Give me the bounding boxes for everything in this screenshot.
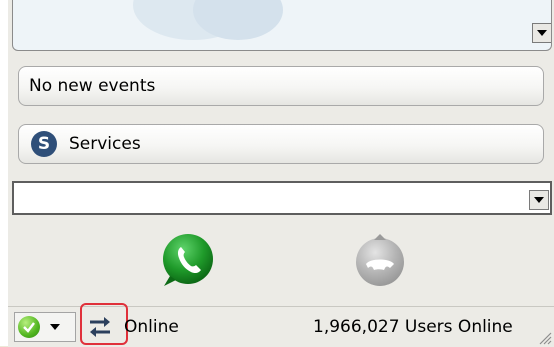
- chevron-down-icon: [537, 30, 547, 36]
- services-button[interactable]: S Services: [18, 124, 544, 164]
- status-label: Online: [124, 317, 179, 337]
- number-combobox[interactable]: [12, 181, 552, 215]
- top-panel: [12, 0, 552, 51]
- hangup-button[interactable]: [352, 232, 408, 288]
- checkmark-icon: [23, 322, 35, 333]
- call-green-icon: [163, 234, 213, 286]
- chevron-down-icon: [50, 324, 60, 330]
- hangup-grey-icon: [356, 234, 404, 286]
- online-status-icon: [18, 316, 40, 338]
- combobox-dropdown-button[interactable]: [529, 190, 549, 210]
- events-label: No new events: [29, 76, 156, 96]
- connection-arrows-icon[interactable]: [86, 313, 114, 341]
- users-online-count: 1,966,027 Users Online: [313, 317, 513, 337]
- events-button[interactable]: No new events: [18, 66, 544, 106]
- resize-grip-icon[interactable]: [536, 329, 552, 345]
- chevron-down-icon: [534, 197, 544, 203]
- top-panel-dropdown-button[interactable]: [532, 23, 551, 43]
- number-input[interactable]: [16, 185, 528, 213]
- services-label: Services: [69, 134, 141, 154]
- status-bar: Online 1,966,027 Users Online: [8, 303, 554, 347]
- skype-logo-icon: S: [31, 131, 57, 157]
- app-frame: [8, 0, 554, 346]
- status-selector[interactable]: [14, 312, 76, 342]
- app-window: No new events S Services Online 1,966,02…: [0, 0, 554, 347]
- call-button[interactable]: [160, 232, 216, 288]
